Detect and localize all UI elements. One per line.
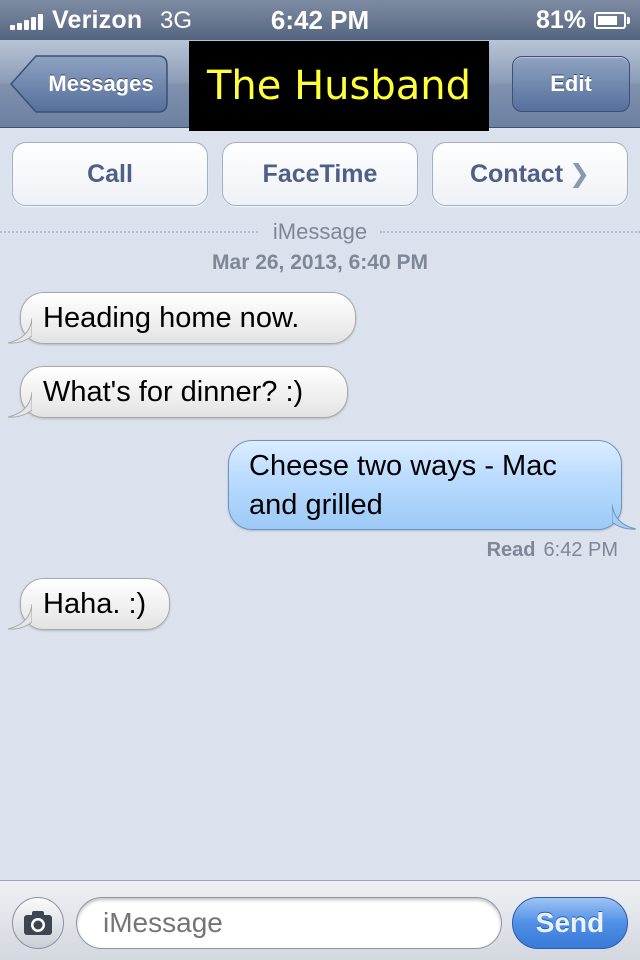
conversation-title-box: The Husband <box>189 41 489 131</box>
camera-button[interactable] <box>12 897 64 949</box>
outgoing-message-bubble[interactable]: Cheese two ways - Mac and grilled <box>228 440 636 530</box>
status-bar: Verizon 3G 6:42 PM 81% <box>0 0 640 40</box>
call-button[interactable]: Call <box>12 142 208 206</box>
read-receipt-time: 6:42 PM <box>543 539 618 561</box>
incoming-message-bubble[interactable]: Haha. :) <box>8 578 170 630</box>
message-text: Heading home now. <box>43 302 300 334</box>
battery-percentage: 81% <box>535 6 586 34</box>
facetime-button[interactable]: FaceTime <box>222 142 418 206</box>
conversation-timestamp: Mar 26, 2013, 6:40 PM <box>212 251 428 274</box>
message-text: Cheese two ways - Mac and grilled <box>249 450 557 521</box>
contact-button[interactable]: Contact ❯ <box>432 142 628 206</box>
battery-icon <box>594 12 630 29</box>
incoming-message-bubble[interactable]: What's for dinner? :) <box>8 366 348 418</box>
camera-icon <box>24 911 52 935</box>
chevron-right-icon: ❯ <box>569 160 590 188</box>
conversation-title: The Husband <box>206 63 472 109</box>
message-input-bar: Send <box>0 880 640 960</box>
edit-button[interactable]: Edit <box>512 56 630 112</box>
message-input[interactable] <box>76 897 502 949</box>
incoming-message-bubble[interactable]: Heading home now. <box>8 292 356 344</box>
call-label: Call <box>87 160 133 188</box>
read-receipt: Read 6:42 PM <box>487 539 618 562</box>
send-button[interactable]: Send <box>512 897 628 949</box>
read-receipt-label: Read <box>486 539 536 561</box>
facetime-label: FaceTime <box>262 160 378 188</box>
back-button-label: Messages <box>48 71 154 96</box>
separator-right <box>380 231 640 233</box>
contact-label: Contact <box>469 160 564 188</box>
back-button-messages[interactable]: Messages <box>10 55 168 113</box>
message-text: Haha. :) <box>43 588 147 620</box>
message-text: What's for dinner? :) <box>43 376 304 408</box>
